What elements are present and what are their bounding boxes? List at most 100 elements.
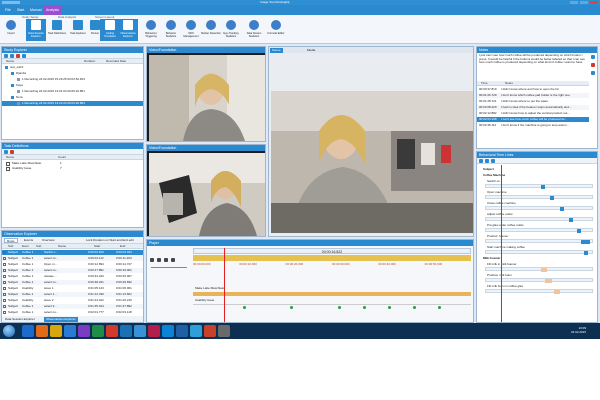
row-checkbox[interactable] <box>3 293 6 296</box>
observation-row[interactable]: Subject Coffee 1 select co... 0:00:48.221 0:… <box>2 280 143 285</box>
tree-item[interactable]: Nora <box>2 95 143 100</box>
observation-row[interactable]: Subject Coffee 1 select co... 0:02:01.777 0:… <box>2 310 143 315</box>
tree-item[interactable]: 1 Recording 24.02.2015 13:01:04 00:05:22… <box>2 89 143 94</box>
scene-video[interactable] <box>149 55 265 141</box>
observation-row[interactable]: Subject Usability issue 1 0:01:05.123 0:01:0… <box>2 286 143 291</box>
refresh-icon[interactable] <box>22 54 26 58</box>
usability-issue-marker[interactable] <box>337 306 341 309</box>
volume-slider[interactable] <box>151 267 187 268</box>
usability-issue-marker[interactable] <box>437 306 441 309</box>
taskbar-app-icon[interactable] <box>120 325 132 337</box>
tab-data-session-explorer[interactable]: Data Session Explorer <box>3 317 37 322</box>
scene2-video[interactable] <box>149 153 265 236</box>
taskbar-app-icon[interactable] <box>176 325 188 337</box>
timeline-segment[interactable] <box>545 279 552 283</box>
add-note-icon[interactable] <box>591 55 595 59</box>
taskbar-app-icon[interactable] <box>162 325 174 337</box>
previous-icon[interactable] <box>150 258 154 262</box>
tab-rows[interactable]: Rows <box>4 238 18 243</box>
import-button[interactable]: Import <box>1 19 21 41</box>
usability-issue-marker[interactable] <box>290 306 294 309</box>
timeline-segment[interactable] <box>583 251 588 255</box>
task-checkbox[interactable] <box>6 166 10 171</box>
zoom-in-icon[interactable] <box>485 159 489 163</box>
data-session-explorer-button[interactable]: Data Session Explorer <box>26 19 46 41</box>
save-note-icon[interactable] <box>591 71 595 75</box>
taskbar-app-icon[interactable] <box>190 325 202 337</box>
taskbar-app-icon[interactable] <box>204 325 216 337</box>
menu-manual[interactable]: Manual <box>27 5 44 15</box>
maximize-button[interactable] <box>580 1 588 4</box>
track-usability[interactable] <box>193 304 471 309</box>
delete-note-icon[interactable] <box>591 63 595 67</box>
lock-duration-option[interactable]: Lock Duration on Start and End edit <box>84 238 136 243</box>
stop-icon[interactable] <box>171 258 175 262</box>
timeline-segment[interactable] <box>549 196 554 200</box>
tree-item[interactable]: Djamila <box>2 71 143 76</box>
tree-item[interactable]: Kaya <box>2 83 143 88</box>
tree-item[interactable]: 1 Recording 24.02.2015 15:26:25 00:03:52… <box>2 77 143 82</box>
add-icon[interactable] <box>4 54 8 58</box>
observations-explorer-button[interactable]: Observations Explorer <box>118 19 138 41</box>
tab-media[interactable]: Media <box>305 48 317 53</box>
behavior-statistics-button[interactable]: Behavior Statistics <box>161 19 181 41</box>
eye-tracking-statistics-button[interactable]: Eye-Tracking Statistics <box>221 19 241 41</box>
timeline-playhead[interactable] <box>501 165 502 322</box>
row-checkbox[interactable] <box>3 299 6 302</box>
tab-events[interactable]: Events <box>22 238 35 243</box>
row-checkbox[interactable] <box>3 275 6 278</box>
taskbar-app-icon[interactable] <box>134 325 146 337</box>
note-row[interactable]: 00:02:08.229 I had no idea if the beamer … <box>477 105 589 110</box>
taskbar-app-icon[interactable] <box>36 325 48 337</box>
row-checkbox[interactable] <box>3 311 6 314</box>
usability-issue-marker[interactable] <box>362 306 366 309</box>
tree-item[interactable]: test_subX <box>2 65 143 70</box>
taskbar-app-icon[interactable] <box>218 325 230 337</box>
row-checkbox[interactable] <box>3 305 6 308</box>
zoom-out-icon[interactable] <box>491 159 495 163</box>
timeline-range-bar[interactable] <box>193 255 471 261</box>
data-stream-statistics-button[interactable]: Data Stream Statistics <box>244 19 264 41</box>
task-checkbox[interactable] <box>6 161 10 166</box>
delete-task-icon[interactable] <box>10 150 14 154</box>
tree-item[interactable]: 1 Recording 24.02.2015 13:22:24 00:03:20… <box>2 101 143 106</box>
timeline-segment[interactable] <box>541 268 548 272</box>
timeline-segment[interactable] <box>577 229 582 233</box>
taskbar-app-icon[interactable] <box>106 325 118 337</box>
task-definitions-button[interactable]: Task Definitions <box>47 19 67 41</box>
taskbar-app-icon[interactable] <box>148 325 160 337</box>
note-row[interactable]: 00:02:12.882 I didn't know how to adjust … <box>477 111 589 116</box>
coding-templates-button[interactable]: Coding Templates <box>100 19 120 41</box>
menu-file[interactable]: File <box>2 5 14 15</box>
tab-observations-explorer[interactable]: Observations Explorer <box>44 316 78 322</box>
row-checkbox[interactable] <box>3 257 6 260</box>
note-row[interactable]: 00:02:35.111 I don't know if the machine … <box>477 123 589 128</box>
row-checkbox[interactable] <box>3 287 6 290</box>
taskbar-app-icon[interactable] <box>78 325 90 337</box>
observation-row[interactable]: Subject Coffee 1 Switch o... 0:00:02.813 0:0… <box>2 250 143 255</box>
usability-issue-marker[interactable] <box>243 306 247 309</box>
delete-icon[interactable] <box>16 54 20 58</box>
latte-task-segment[interactable] <box>193 291 471 296</box>
note-text[interactable]: I just can't see how much coffee will be… <box>479 54 587 80</box>
task-row[interactable]: Usability Issue 7 <box>2 166 143 171</box>
timeline-segment[interactable] <box>553 290 561 294</box>
camera-video[interactable] <box>271 91 473 233</box>
usability-issue-marker[interactable] <box>387 306 391 309</box>
row-checkbox[interactable] <box>3 269 6 272</box>
filter-icon[interactable] <box>479 159 483 163</box>
observation-row[interactable]: Subject Coffee 1 select co... 0:00:04.112 0:… <box>2 256 143 261</box>
timeline-segment[interactable] <box>560 207 565 211</box>
player-playhead[interactable] <box>223 248 225 322</box>
play-icon[interactable] <box>157 258 161 262</box>
edit-icon[interactable] <box>10 54 14 58</box>
timeline-segment[interactable] <box>581 240 590 244</box>
tab-scene[interactable]: Scene <box>270 47 283 53</box>
observation-row[interactable]: Subject Coffee 1 release ... 0:00:43.223 0:0… <box>2 274 143 279</box>
minimize-button[interactable] <box>570 1 578 4</box>
menu-start[interactable]: Start <box>14 5 27 15</box>
observation-row[interactable]: Subject Coffee 1 select co... 0:00:17.891 0:… <box>2 268 143 273</box>
note-row[interactable]: 00:00:37.819 I didn't know where and how … <box>477 87 589 92</box>
formula-editor-button[interactable]: Formula Editor <box>266 19 286 41</box>
start-button[interactable] <box>3 325 15 337</box>
